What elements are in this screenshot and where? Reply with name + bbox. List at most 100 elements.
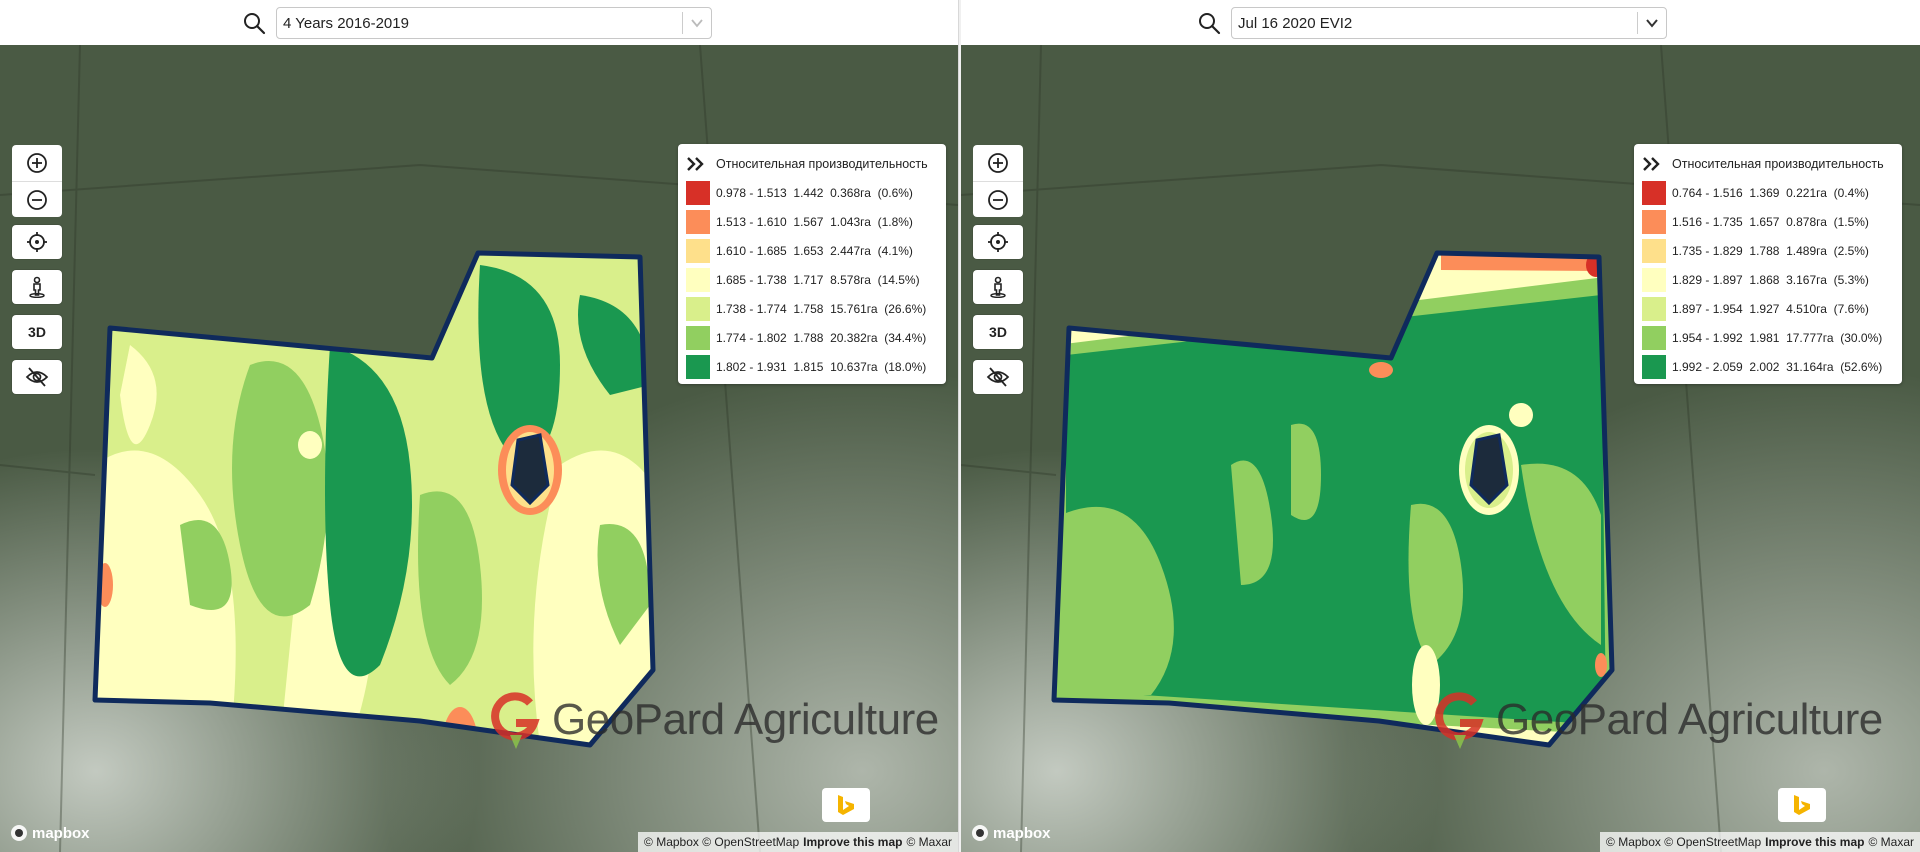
bing-logo xyxy=(1794,795,1810,815)
map-attribution: © Mapbox © OpenStreetMap Improve this ma… xyxy=(638,832,958,852)
toggle-3d-button[interactable]: 3D xyxy=(12,315,62,349)
legend-row: 1.897 - 1.954 1.927 4.510га (7.6%) xyxy=(1642,296,1869,322)
legend-header: Относительная производительность xyxy=(1642,154,1884,174)
legend-swatch xyxy=(1642,297,1666,321)
legend-row: 1.516 - 1.735 1.657 0.878га (1.5%) xyxy=(1642,209,1869,235)
mapbox-label: mapbox xyxy=(993,824,1051,842)
attribution-maxar[interactable]: © Maxar xyxy=(906,835,952,849)
eye-off-icon xyxy=(25,367,49,387)
attribution-osm[interactable]: © OpenStreetMap xyxy=(1664,835,1761,849)
zoom-controls xyxy=(12,145,62,217)
street-view-button[interactable] xyxy=(12,270,62,304)
mapbox-logo[interactable]: mapbox xyxy=(10,824,90,842)
expand-chevrons-icon[interactable] xyxy=(1642,156,1662,172)
layer-select[interactable]: 4 Years 2016-2019 xyxy=(276,7,712,39)
geopard-watermark: GeoPard Agriculture xyxy=(1434,690,1883,750)
legend-row: 1.738 - 1.774 1.758 15.761га (26.6%) xyxy=(686,296,926,322)
map-attribution: © Mapbox © OpenStreetMap Improve this ma… xyxy=(1600,832,1920,852)
legend-row-text: 1.735 - 1.829 1.788 1.489га (2.5%) xyxy=(1672,244,1869,258)
legend-row-text: 1.897 - 1.954 1.927 4.510га (7.6%) xyxy=(1672,302,1869,316)
locate-button[interactable] xyxy=(12,225,62,259)
bing-button[interactable] xyxy=(1778,788,1826,822)
zoom-out-button[interactable] xyxy=(973,182,1023,218)
legend-swatch xyxy=(1642,210,1666,234)
legend-row-text: 1.516 - 1.735 1.657 0.878га (1.5%) xyxy=(1672,215,1869,229)
improve-map-link[interactable]: Improve this map xyxy=(1765,835,1864,849)
search-icon[interactable] xyxy=(1197,11,1221,35)
legend-row: 1.685 - 1.738 1.717 8.578га (14.5%) xyxy=(686,267,920,293)
right-map-panel: Jul 16 2020 EVI2 3D Относительная произв… xyxy=(961,0,1920,852)
locate-icon xyxy=(27,232,47,252)
toggle-3d-button[interactable]: 3D xyxy=(973,315,1023,349)
toggle-3d-label: 3D xyxy=(28,324,46,340)
legend-swatch xyxy=(686,268,710,292)
chevron-down-icon[interactable] xyxy=(1645,17,1659,29)
attribution-osm[interactable]: © OpenStreetMap xyxy=(702,835,799,849)
legend-row-text: 1.738 - 1.774 1.758 15.761га (26.6%) xyxy=(716,302,927,316)
legend-row-text: 1.802 - 1.931 1.815 10.637га (18.0%) xyxy=(716,360,927,374)
legend-header: Относительная производительность xyxy=(686,154,928,174)
legend-row: 1.735 - 1.829 1.788 1.489га (2.5%) xyxy=(1642,238,1869,264)
legend-swatch xyxy=(686,326,710,350)
toggle-3d-label: 3D xyxy=(989,324,1007,340)
bing-logo xyxy=(838,795,854,815)
watermark-text: GeoPard Agriculture xyxy=(552,695,939,744)
legend-swatch xyxy=(686,297,710,321)
left-map-panel: 4 Years 2016-2019 3D Относительная произ… xyxy=(0,0,958,852)
zoom-in-button[interactable] xyxy=(12,145,62,181)
legend-row-text: 1.774 - 1.802 1.788 20.382га (34.4%) xyxy=(716,331,927,345)
legend-swatch xyxy=(686,355,710,379)
legend-row: 0.764 - 1.516 1.369 0.221га (0.4%) xyxy=(1642,180,1869,206)
legend-row: 1.829 - 1.897 1.868 3.167га (5.3%) xyxy=(1642,267,1869,293)
hide-layer-button[interactable] xyxy=(12,360,62,394)
field-hole xyxy=(1459,425,1519,515)
zoom-out-button[interactable] xyxy=(12,182,62,218)
street-view-button[interactable] xyxy=(973,270,1023,304)
layer-select-value: 4 Years 2016-2019 xyxy=(283,15,409,32)
bing-button[interactable] xyxy=(822,788,870,822)
select-separator xyxy=(1637,12,1638,34)
attribution-mapbox[interactable]: © Mapbox xyxy=(644,835,699,849)
attribution-maxar[interactable]: © Maxar xyxy=(1868,835,1914,849)
eye-off-icon xyxy=(986,367,1010,387)
legend-row: 1.513 - 1.610 1.567 1.043га (1.8%) xyxy=(686,209,913,235)
productivity-legend: Относительная производительность 0.978 -… xyxy=(678,144,946,384)
legend-row: 1.954 - 1.992 1.981 17.777га (30.0%) xyxy=(1642,325,1882,351)
layer-selector-bar: 4 Years 2016-2019 xyxy=(0,0,958,46)
legend-row-text: 1.610 - 1.685 1.653 2.447га (4.1%) xyxy=(716,244,913,258)
field-hole xyxy=(498,425,562,515)
expand-chevrons-icon[interactable] xyxy=(686,156,706,172)
geopard-logo xyxy=(491,692,540,749)
productivity-legend: Относительная производительность 0.764 -… xyxy=(1634,144,1902,384)
mapbox-logo[interactable]: mapbox xyxy=(971,824,1051,842)
watermark-text: GeoPard Agriculture xyxy=(1496,695,1883,744)
legend-swatch xyxy=(686,239,710,263)
search-icon[interactable] xyxy=(242,11,266,35)
improve-map-link[interactable]: Improve this map xyxy=(803,835,902,849)
legend-swatch xyxy=(1642,326,1666,350)
select-separator xyxy=(682,12,683,34)
zoom-in-button[interactable] xyxy=(973,145,1023,181)
legend-title: Относительная производительность xyxy=(716,157,928,171)
zoom-controls xyxy=(973,145,1023,217)
layer-select-value: Jul 16 2020 EVI2 xyxy=(1238,15,1353,32)
hide-layer-button[interactable] xyxy=(973,360,1023,394)
geopard-watermark: GeoPard Agriculture xyxy=(490,690,939,750)
legend-row-text: 0.978 - 1.513 1.442 0.368га (0.6%) xyxy=(716,186,913,200)
legend-row: 1.802 - 1.931 1.815 10.637га (18.0%) xyxy=(686,354,926,380)
legend-swatch xyxy=(686,181,710,205)
mapbox-icon xyxy=(972,825,988,841)
zoom-out-icon xyxy=(27,190,47,210)
chevron-down-icon[interactable] xyxy=(690,17,704,29)
legend-row-text: 1.992 - 2.059 2.002 31.164га (52.6%) xyxy=(1672,360,1883,374)
layer-select[interactable]: Jul 16 2020 EVI2 xyxy=(1231,7,1667,39)
legend-title: Относительная производительность xyxy=(1672,157,1884,171)
zoom-out-icon xyxy=(988,190,1008,210)
legend-swatch xyxy=(1642,181,1666,205)
attribution-mapbox[interactable]: © Mapbox xyxy=(1606,835,1661,849)
street-view-icon xyxy=(990,276,1006,298)
mapbox-label: mapbox xyxy=(32,824,90,842)
legend-row: 1.774 - 1.802 1.788 20.382га (34.4%) xyxy=(686,325,926,351)
geopard-logo xyxy=(1435,692,1484,749)
locate-button[interactable] xyxy=(973,225,1023,259)
